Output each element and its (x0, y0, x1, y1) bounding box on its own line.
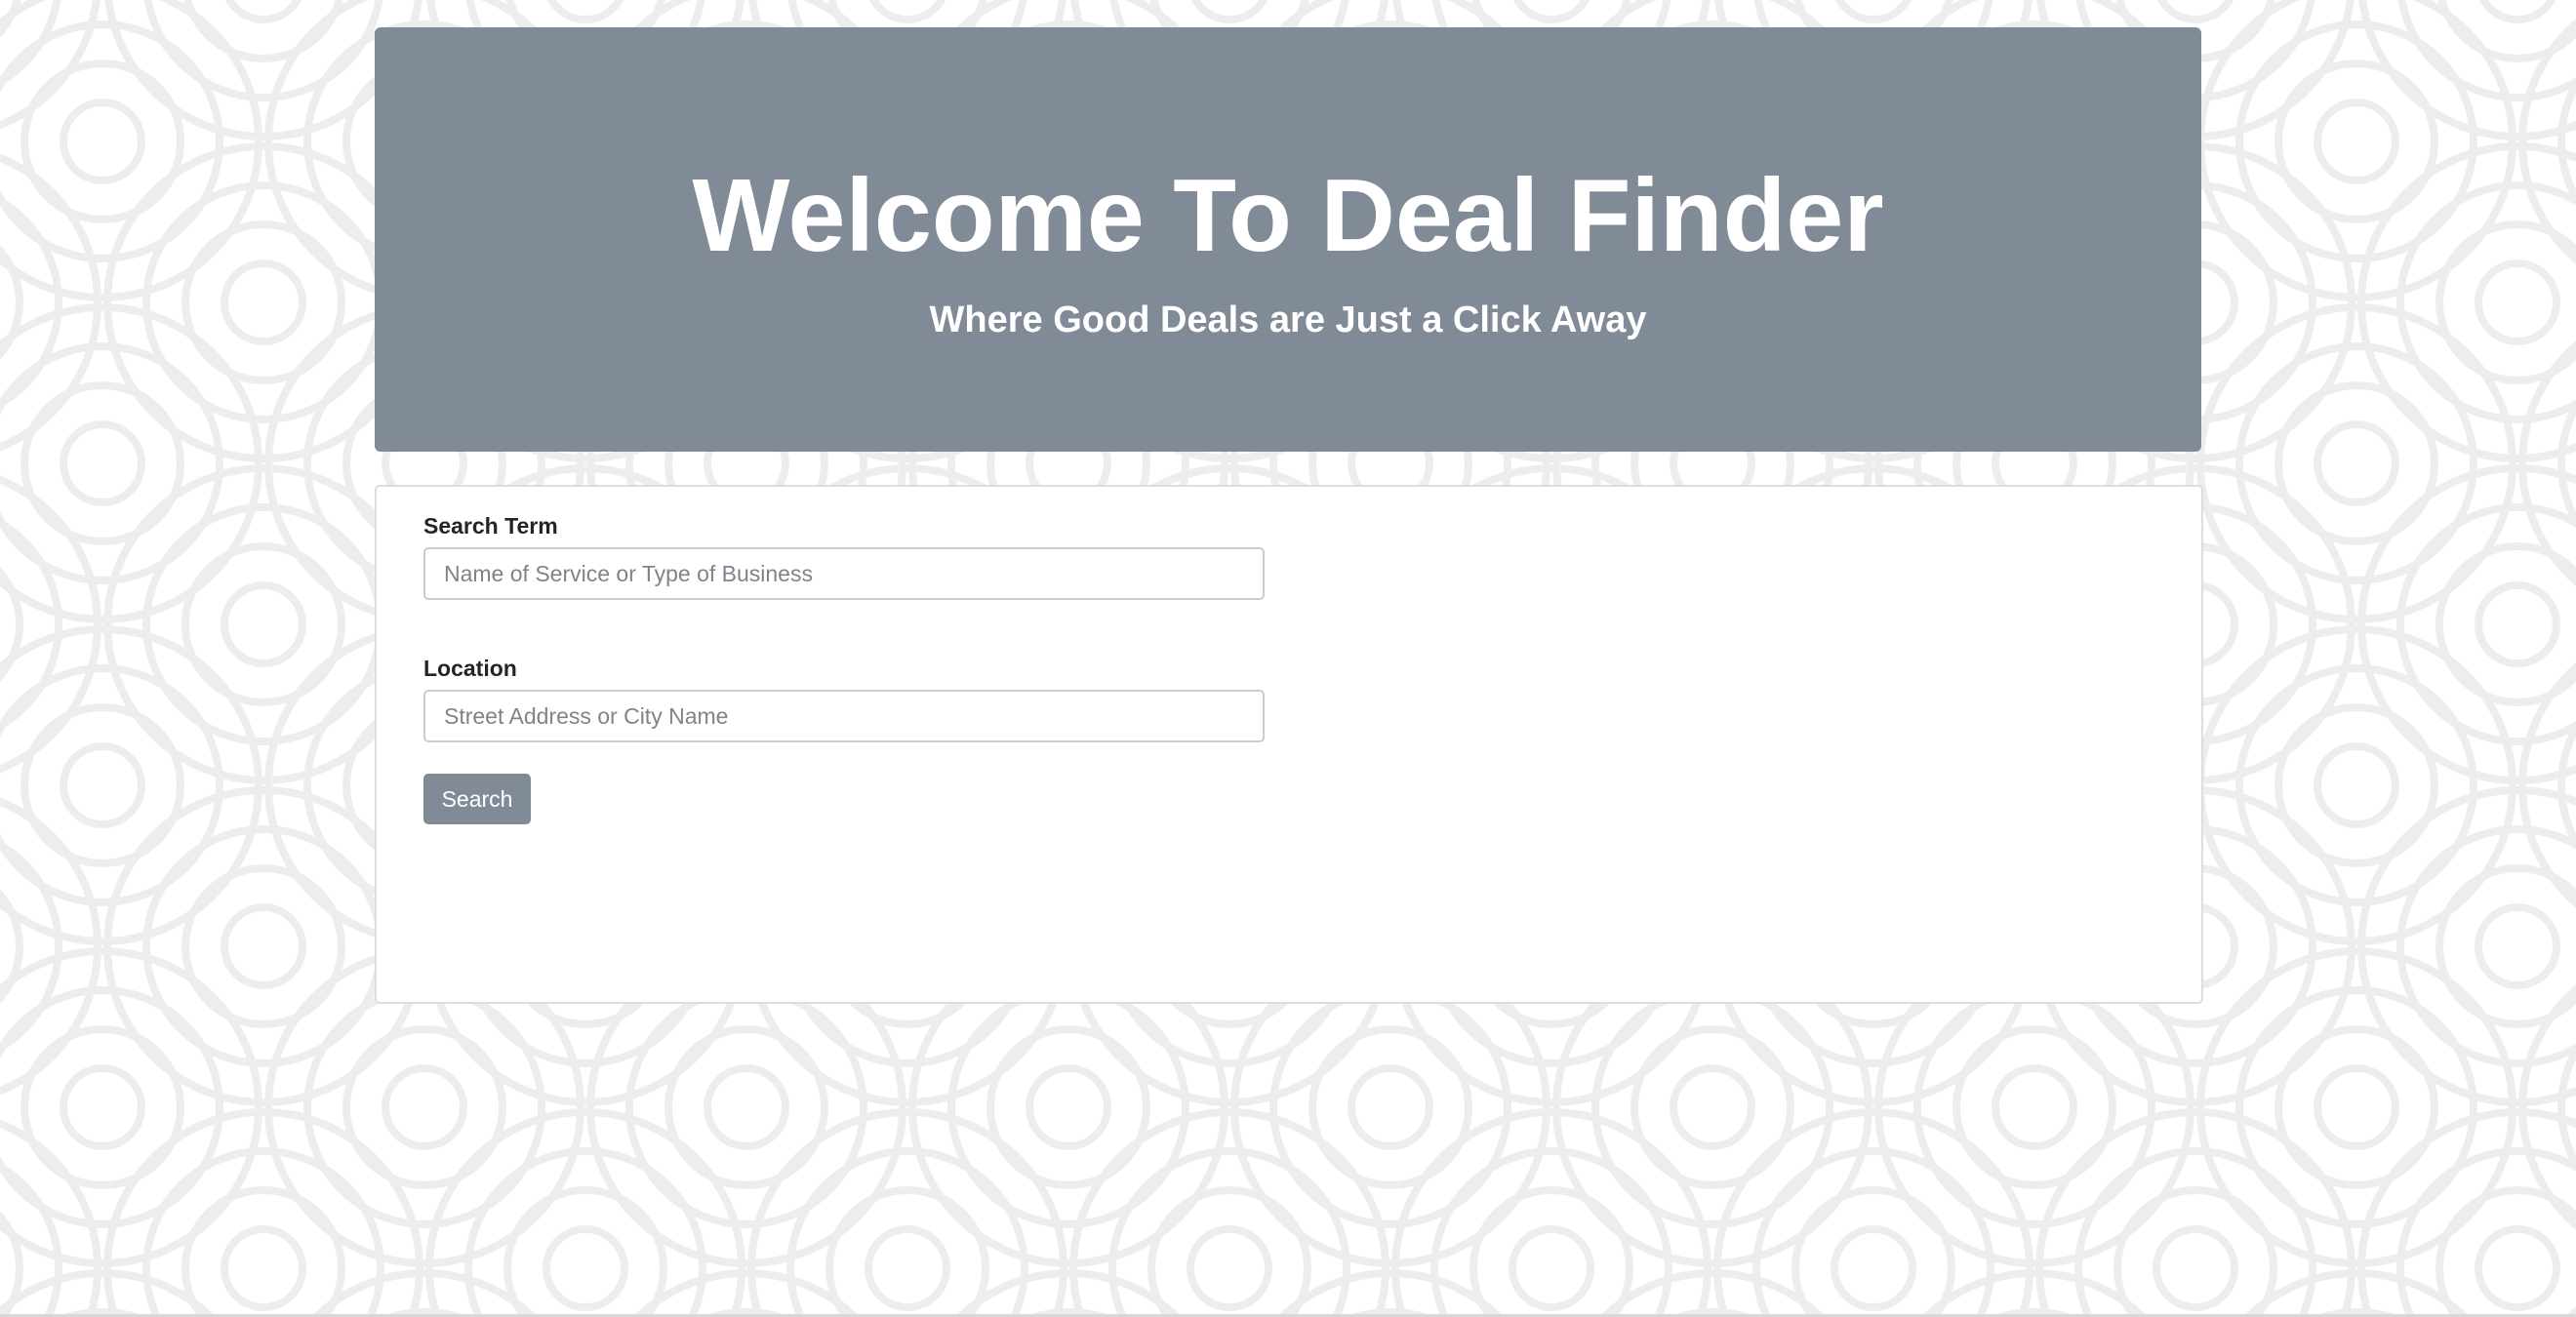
location-label: Location (423, 656, 517, 681)
search-term-label: Search Term (423, 513, 558, 539)
search-button[interactable]: Search (423, 774, 531, 824)
hero-banner: Welcome To Deal Finder Where Good Deals … (375, 27, 2201, 452)
search-form-card: Search Term Location Search (375, 485, 2203, 1004)
location-input[interactable] (423, 690, 1265, 742)
page-title: Welcome To Deal Finder (692, 158, 1884, 273)
search-term-input[interactable] (423, 547, 1265, 600)
page-subtitle: Where Good Deals are Just a Click Away (929, 299, 1647, 340)
